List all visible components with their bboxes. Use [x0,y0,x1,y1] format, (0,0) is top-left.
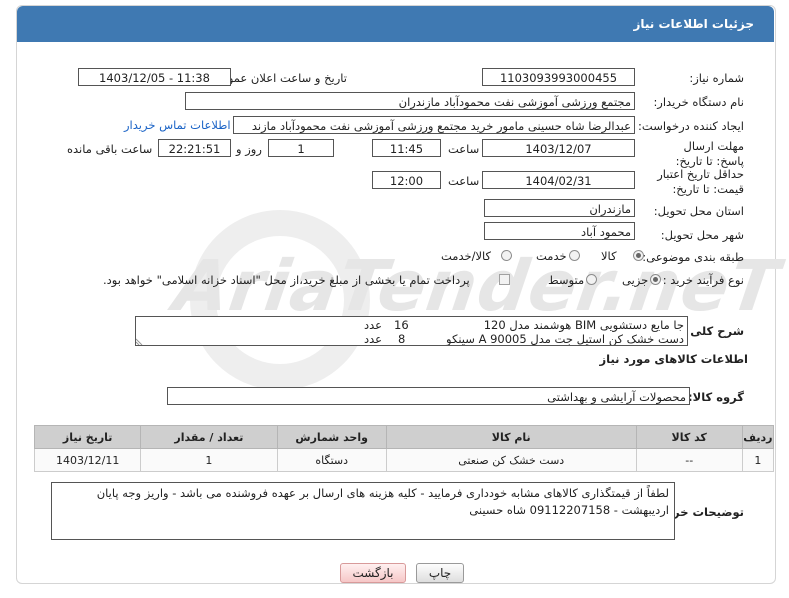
price-validity-time-label: ساعت [448,174,480,188]
buyer-org-label: نام دستگاه خریدار: [653,95,744,109]
category-option-goods-service: کالا/خدمت [441,249,492,263]
remaining-label: ساعت باقی مانده [67,142,153,156]
requester-field: عبدالرضا شاه حسینی مامور خرید مجتمع ورزش… [233,116,635,134]
col-quantity: تعداد / مقدار [140,425,278,449]
col-row-number: ردیف [741,425,775,449]
description-line-1: جا مایع دستشویی BIM هوشمند مدل 120 [483,318,684,332]
category-label: طبقه بندی موضوعی: [642,250,744,264]
cell-item-code: -- [635,448,743,472]
resize-grip-icon[interactable] [136,337,144,345]
col-need-date: تاریخ نیاز [33,425,142,449]
city-field: محمود آباد [484,222,635,240]
province-label: استان محل تحویل: [653,204,744,218]
table-row: 1 -- دست خشک کن صنعتی دستگاه 1 1403/12/1… [33,448,775,472]
province-field: مازندران [484,199,635,217]
description-textarea[interactable]: جا مایع دستشویی BIM هوشمند مدل 120 16 عد… [135,316,688,346]
cell-item-name: دست خشک کن صنعتی [385,448,637,472]
category-radio-goods-service[interactable] [501,250,512,261]
goods-section-title: اطلاعات کالاهای مورد نیاز [599,352,748,366]
buyer-notes-textarea[interactable]: لطفاً از قیمتگذاری کالاهای مشابه خودداری… [51,482,675,540]
reply-date-field: 1403/12/07 [482,139,635,157]
cell-row-number: 1 [741,448,775,472]
goods-table-header: ردیف کد کالا نام کالا واحد شمارش تعداد /… [33,425,775,449]
goods-table: ردیف کد کالا نام کالا واحد شمارش تعداد /… [33,425,775,472]
goods-group-label: گروه کالا: [688,390,744,404]
buyer-org-field: مجتمع ورزشی آموزشی نفت محمودآباد مازندرا… [185,92,635,110]
purchase-type-label: نوع فرآیند خرید : [662,273,744,287]
price-validity-label: حداقل تاریخ اعتبار قیمت: تا تاریخ: [657,167,744,196]
need-number-field: 1103093993000455 [482,68,635,86]
days-field: 1 [268,139,334,157]
treasury-payment-checkbox[interactable] [499,274,510,285]
goods-group-field: محصولات آرایشی و بهداشتی [167,387,690,405]
purchase-type-option-medium: متوسط [548,273,585,287]
category-radio-service[interactable] [569,250,580,261]
col-item-code: کد کالا [635,425,743,449]
purchase-type-option-minor: جزیی [622,273,649,287]
print-button[interactable]: چاپ [416,563,464,583]
purchase-type-radio-minor[interactable] [650,274,661,285]
price-validity-time-field: 12:00 [372,171,441,189]
days-label: روز و [236,142,262,156]
category-radio-goods[interactable] [633,250,644,261]
description-line-2-qty: 8 [398,332,406,346]
remaining-time-field: 22:21:51 [158,139,231,157]
purchase-type-radio-medium[interactable] [586,274,597,285]
description-line-2: دست خشک کن استیل جت مدل A 90005 سینکو [446,332,684,346]
reply-time-field: 11:45 [372,139,441,157]
cell-unit: دستگاه [276,448,387,472]
category-option-service: خدمت [536,249,567,263]
buyer-contact-link[interactable]: اطلاعات تماس خریدار [124,118,231,132]
requester-label: ایجاد کننده درخواست: [638,119,744,133]
reply-deadline-label: مهلت ارسال پاسخ: تا تاریخ: [675,139,744,168]
announce-datetime-field: 1403/12/05 - 11:38 [78,68,231,86]
col-item-name: نام کالا [385,425,637,449]
need-number-label: شماره نیاز: [689,71,744,85]
description-line-1-qty: 16 [394,318,409,332]
description-line-1-unit: عدد [364,318,383,332]
city-label: شهر محل تحویل: [660,228,744,242]
col-unit: واحد شمارش [276,425,387,449]
category-option-goods: کالا [601,249,617,263]
back-button[interactable]: بازگشت [340,563,406,583]
price-validity-date-field: 1404/02/31 [482,171,635,189]
treasury-payment-note: پرداخت تمام یا بخشی از مبلغ خرید،از محل … [103,273,470,287]
reply-time-label: ساعت [448,142,480,156]
cell-quantity: 1 [140,448,278,472]
cell-need-date: 1403/12/11 [33,448,142,472]
description-line-2-unit: عدد [364,332,383,346]
